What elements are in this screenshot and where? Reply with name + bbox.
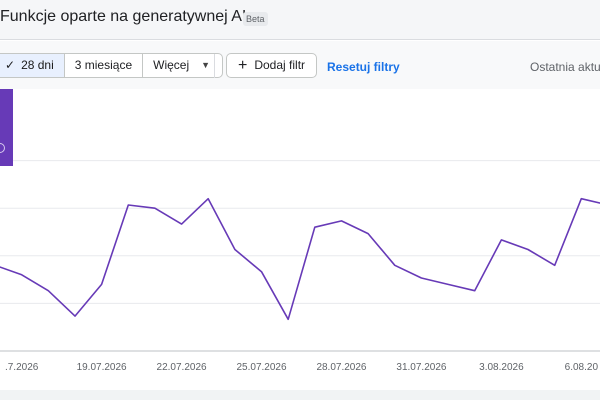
beta-badge: Beta (243, 12, 268, 26)
x-tick-label: 31.07.2026 (396, 362, 446, 373)
caret-down-icon: ▼ (201, 60, 211, 70)
checkmark-icon: ✓ (5, 58, 16, 72)
last-updated-text: Ostatnia aktua (530, 60, 600, 74)
metric-card[interactable] (0, 89, 13, 166)
x-tick-label: 25.07.2026 (236, 362, 286, 373)
toolbar-divider (214, 54, 215, 78)
range-3-months-button[interactable]: 3 miesiące (65, 54, 144, 77)
line-chart: .7.2026 19.07.2026 22.07.2026 25.07.2026 28.… (0, 160, 600, 373)
x-tick-label: 6.08.20 (565, 362, 599, 373)
range-more-dropdown[interactable]: Więcej ▼ (143, 54, 222, 77)
date-range-selector: ✓ 28 dni 3 miesiące Więcej ▼ (0, 53, 224, 78)
filter-toolbar: ✓ 28 dni 3 miesiące Więcej ▼ + Dodaj fil… (0, 41, 600, 89)
reset-filters-link[interactable]: Resetuj filtry (327, 60, 400, 74)
plus-icon: + (238, 56, 248, 74)
range-more-label: Więcej (153, 58, 190, 72)
x-tick-label: .7.2026 (5, 362, 39, 373)
page-title: Funkcje oparte na generatywnej AI (0, 8, 247, 25)
help-icon (0, 143, 5, 153)
range-28-days-button[interactable]: ✓ 28 dni (0, 54, 65, 77)
x-tick-label: 28.07.2026 (316, 362, 366, 373)
x-tick-label: 22.07.2026 (157, 362, 207, 373)
chart-panel: .7.2026 19.07.2026 22.07.2026 25.07.2026 28.… (0, 89, 600, 390)
add-filter-button[interactable]: + Dodaj filtr (226, 53, 318, 78)
x-tick-label: 19.07.2026 (77, 362, 127, 373)
range-28-days-label: 28 dni (21, 58, 54, 72)
add-filter-label: Dodaj filtr (254, 58, 306, 72)
range-3-months-label: 3 miesiące (74, 58, 133, 72)
page-header: Funkcje oparte na generatywnej AI Beta (0, 0, 600, 40)
series-line (0, 197, 600, 321)
footer-band (0, 390, 600, 400)
x-tick-label: 3.08.2026 (479, 362, 524, 373)
